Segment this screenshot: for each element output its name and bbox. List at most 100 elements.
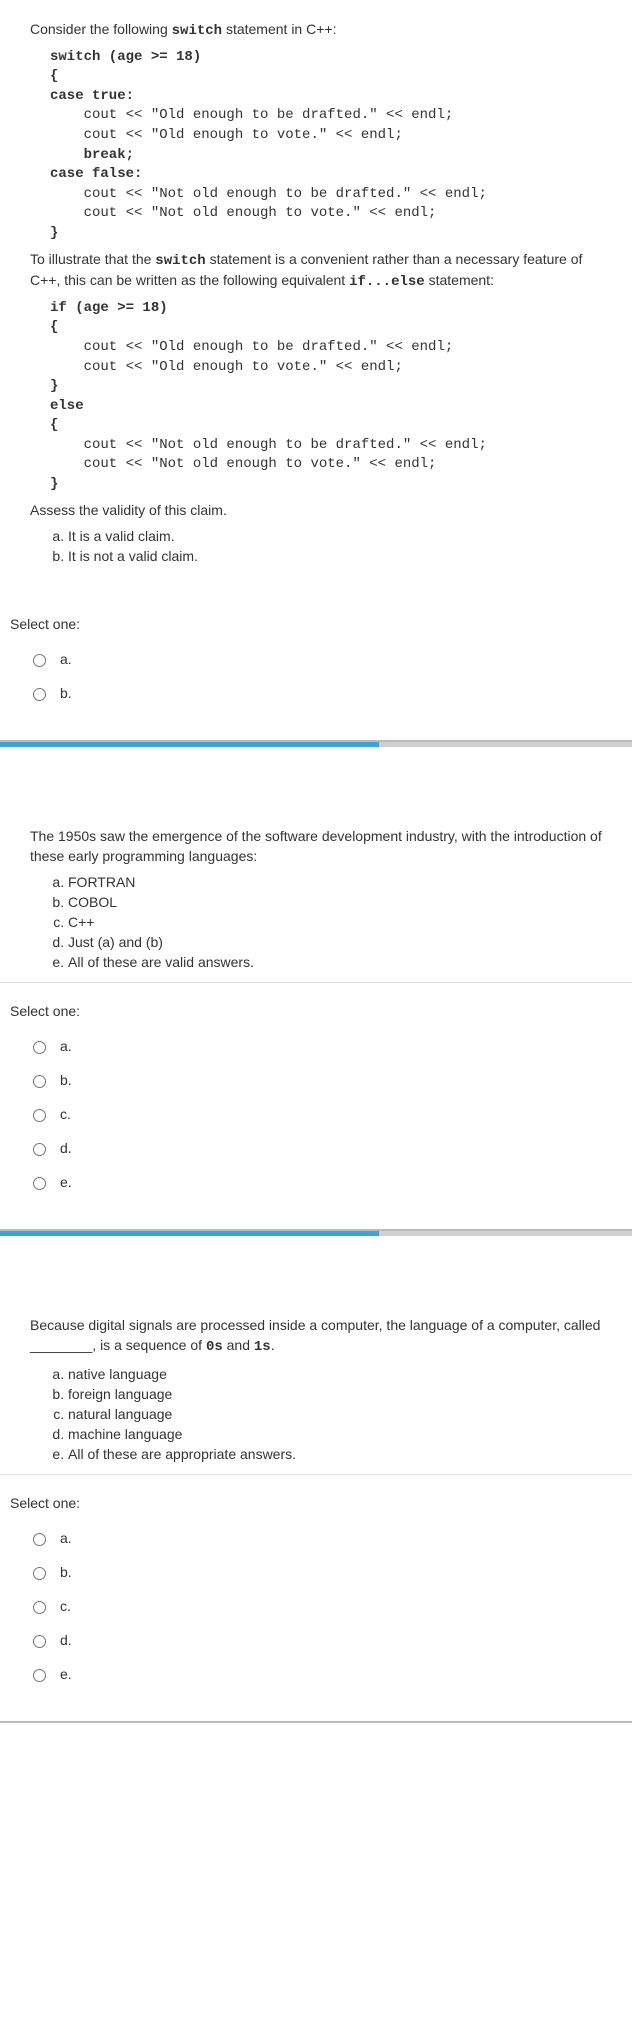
radio-label: e. <box>60 1666 72 1682</box>
radio-label: b. <box>60 685 72 701</box>
radio-input[interactable] <box>33 688 46 701</box>
q3-opt-d: machine language <box>68 1424 602 1444</box>
q1-select: Select one: a. b. <box>0 596 632 740</box>
q1-intro-tail: statement in C++: <box>222 21 336 37</box>
q3-radio-b[interactable]: b. <box>10 1555 602 1589</box>
code-line: { <box>50 417 58 433</box>
q2-opt-d: Just (a) and (b) <box>68 932 602 952</box>
q1-opt-a: It is a valid claim. <box>68 526 602 546</box>
radio-input[interactable] <box>33 1669 46 1682</box>
q2-opt-b: COBOL <box>68 892 602 912</box>
radio-input[interactable] <box>33 654 46 667</box>
q1-radio-a[interactable]: a. <box>10 642 602 676</box>
q2-radio-e[interactable]: e. <box>10 1165 602 1199</box>
radio-input[interactable] <box>33 1601 46 1614</box>
text: Because digital signals are processed in… <box>30 1317 600 1333</box>
code-line: cout << "Not old enough to vote." << end… <box>50 456 436 472</box>
text: and <box>223 1337 254 1353</box>
radio-label: b. <box>60 1072 72 1088</box>
q1-assess: Assess the validity of this claim. <box>30 501 602 521</box>
blank: ________ <box>30 1337 92 1353</box>
code-line: if (age >= 18) <box>50 300 168 316</box>
radio-input[interactable] <box>33 1533 46 1546</box>
radio-input[interactable] <box>33 1635 46 1648</box>
q2-radio-a[interactable]: a. <box>10 1029 602 1063</box>
q2-radio-b[interactable]: b. <box>10 1063 602 1097</box>
code-line: cout << "Old enough to be drafted." << e… <box>50 107 453 123</box>
text: statement: <box>425 272 494 288</box>
separator <box>0 1721 632 1723</box>
q3-opt-c: natural language <box>68 1404 602 1424</box>
radio-input[interactable] <box>33 1109 46 1122</box>
q3-opt-a: native language <box>68 1364 602 1384</box>
code-line: break; <box>50 147 134 163</box>
q3-text: Because digital signals are processed in… <box>30 1316 602 1357</box>
radio-label: a. <box>60 1530 72 1546</box>
radio-label: c. <box>60 1598 71 1614</box>
code-line: case true: <box>50 88 134 104</box>
code-line: cout << "Old enough to be drafted." << e… <box>50 339 453 355</box>
q3-opt-e: All of these are appropriate answers. <box>68 1444 602 1464</box>
q3-options: native language foreign language natural… <box>30 1364 602 1464</box>
q1-code-block-1: switch (age >= 18) { case true: cout << … <box>30 48 602 244</box>
q2-select: Select one: a. b. c. d. e. <box>0 983 632 1229</box>
text: , is a sequence of <box>92 1337 206 1353</box>
code-line: case false: <box>50 166 142 182</box>
select-one-label: Select one: <box>10 1495 602 1511</box>
q2-opt-a: FORTRAN <box>68 872 602 892</box>
code-inline: 0s <box>206 1339 223 1355</box>
radio-label: a. <box>60 1038 72 1054</box>
code-inline: switch <box>155 253 205 269</box>
question-3: Because digital signals are processed in… <box>0 1296 632 1473</box>
q2-options: FORTRAN COBOL C++ Just (a) and (b) All o… <box>30 872 602 972</box>
q2-radio-c[interactable]: c. <box>10 1097 602 1131</box>
radio-input[interactable] <box>33 1143 46 1156</box>
question-1: Consider the following switch statement … <box>0 0 632 576</box>
code-line: } <box>50 378 58 394</box>
radio-input[interactable] <box>33 1041 46 1054</box>
radio-label: b. <box>60 1564 72 1580</box>
q1-opt-b: It is not a valid claim. <box>68 546 602 566</box>
code-line: else <box>50 398 84 414</box>
q1-intro: Consider the following switch statement … <box>30 20 602 42</box>
radio-input[interactable] <box>33 1567 46 1580</box>
code-line: cout << "Not old enough to vote." << end… <box>50 205 436 221</box>
radio-label: d. <box>60 1140 72 1156</box>
q3-select: Select one: a. b. c. d. e. <box>0 1475 632 1721</box>
code-inline: if...else <box>349 274 425 290</box>
code-line: cout << "Not old enough to be drafted." … <box>50 186 487 202</box>
q2-radio-d[interactable]: d. <box>10 1131 602 1165</box>
q2-opt-c: C++ <box>68 912 602 932</box>
q3-radio-e[interactable]: e. <box>10 1657 602 1691</box>
q1-radio-b[interactable]: b. <box>10 676 602 710</box>
q1-mid: To illustrate that the switch statement … <box>30 250 602 293</box>
text: To illustrate that the <box>30 251 155 267</box>
select-one-label: Select one: <box>10 1003 602 1019</box>
q3-opt-b: foreign language <box>68 1384 602 1404</box>
q2-text: The 1950s saw the emergence of the softw… <box>30 827 602 866</box>
radio-label: d. <box>60 1632 72 1648</box>
question-2: The 1950s saw the emergence of the softw… <box>0 807 632 982</box>
q3-radio-a[interactable]: a. <box>10 1521 602 1555</box>
q2-opt-e: All of these are valid answers. <box>68 952 602 972</box>
code-line: } <box>50 476 58 492</box>
q3-radio-d[interactable]: d. <box>10 1623 602 1657</box>
code-line: cout << "Old enough to vote." << endl; <box>50 359 403 375</box>
code-inline: 1s <box>254 1339 271 1355</box>
code-line: { <box>50 319 58 335</box>
q1-code-block-2: if (age >= 18) { cout << "Old enough to … <box>30 299 602 495</box>
q3-radio-c[interactable]: c. <box>10 1589 602 1623</box>
code-line: } <box>50 225 58 241</box>
radio-input[interactable] <box>33 1075 46 1088</box>
code-line: switch (age >= 18) <box>50 49 201 65</box>
q1-intro-code: switch <box>172 23 222 39</box>
code-line: cout << "Old enough to vote." << endl; <box>50 127 403 143</box>
q1-intro-text: Consider the following <box>30 21 172 37</box>
radio-label: a. <box>60 651 72 667</box>
code-line: { <box>50 68 58 84</box>
q1-options: It is a valid claim. It is not a valid c… <box>30 526 602 566</box>
text: . <box>271 1337 275 1353</box>
radio-label: e. <box>60 1174 72 1190</box>
radio-input[interactable] <box>33 1177 46 1190</box>
radio-label: c. <box>60 1106 71 1122</box>
